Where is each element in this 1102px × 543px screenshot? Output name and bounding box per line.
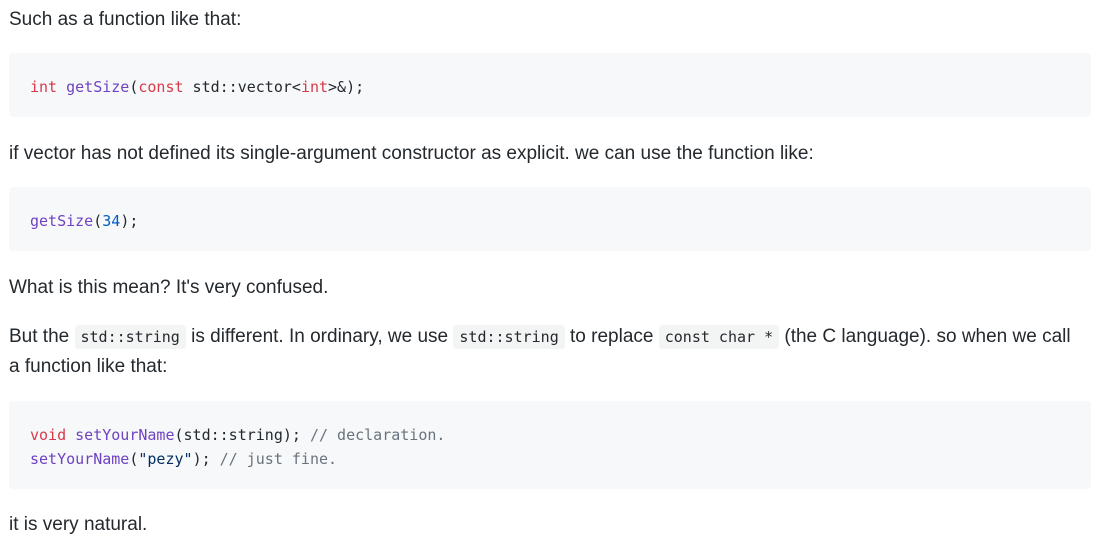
- code-text: (: [93, 212, 103, 230]
- paragraph-std-string: But the std::string is different. In ord…: [9, 322, 1084, 382]
- code-text: );: [192, 450, 220, 468]
- code-line: setYourName("pezy"); // just fine.: [30, 447, 1070, 471]
- paragraph-conclusion: it is very natural.: [9, 514, 148, 535]
- text-fragment: is different. In ordinary, we use: [185, 326, 454, 347]
- code-comment: // just fine.: [219, 450, 338, 468]
- code-block-setyourname: void setYourName(std::string); // declar…: [9, 401, 1091, 489]
- code-comment: // declaration.: [309, 426, 446, 444]
- paragraph-explicit: if vector has not defined its single-arg…: [9, 143, 814, 164]
- text-fragment: to replace: [564, 326, 659, 347]
- code-keyword: int: [30, 78, 58, 96]
- code-keyword: void: [30, 426, 67, 444]
- code-text: );: [120, 212, 139, 230]
- code-keyword: int: [300, 78, 329, 96]
- code-line: void setYourName(std::string); // declar…: [30, 423, 1070, 447]
- code-function-name: setYourName: [30, 450, 130, 468]
- code-function-name: getSize: [30, 212, 94, 230]
- inline-code: const char *: [658, 325, 780, 349]
- code-line: getSize(34);: [30, 209, 1070, 233]
- code-function-name: setYourName: [75, 426, 175, 444]
- code-keyword: const: [138, 78, 184, 96]
- inline-code: std::string: [74, 325, 186, 349]
- inline-code: std::string: [453, 325, 565, 349]
- paragraph-intro: Such as a function like that:: [9, 9, 242, 30]
- code-text: >&);: [328, 78, 365, 96]
- code-function-name: getSize: [66, 78, 130, 96]
- text-fragment: But the: [9, 326, 75, 347]
- code-number: 34: [102, 212, 121, 230]
- code-text: std::vector<: [183, 78, 301, 96]
- code-line: int getSize(const std::vector<int>&);: [30, 75, 1070, 99]
- code-block-getsize-call: getSize(34);: [9, 187, 1091, 251]
- code-block-getsize-declaration: int getSize(const std::vector<int>&);: [9, 53, 1091, 117]
- code-string: "pezy": [138, 450, 193, 468]
- code-text: (std::string);: [174, 426, 310, 444]
- paragraph-question: What is this mean? It's very confused.: [9, 277, 329, 298]
